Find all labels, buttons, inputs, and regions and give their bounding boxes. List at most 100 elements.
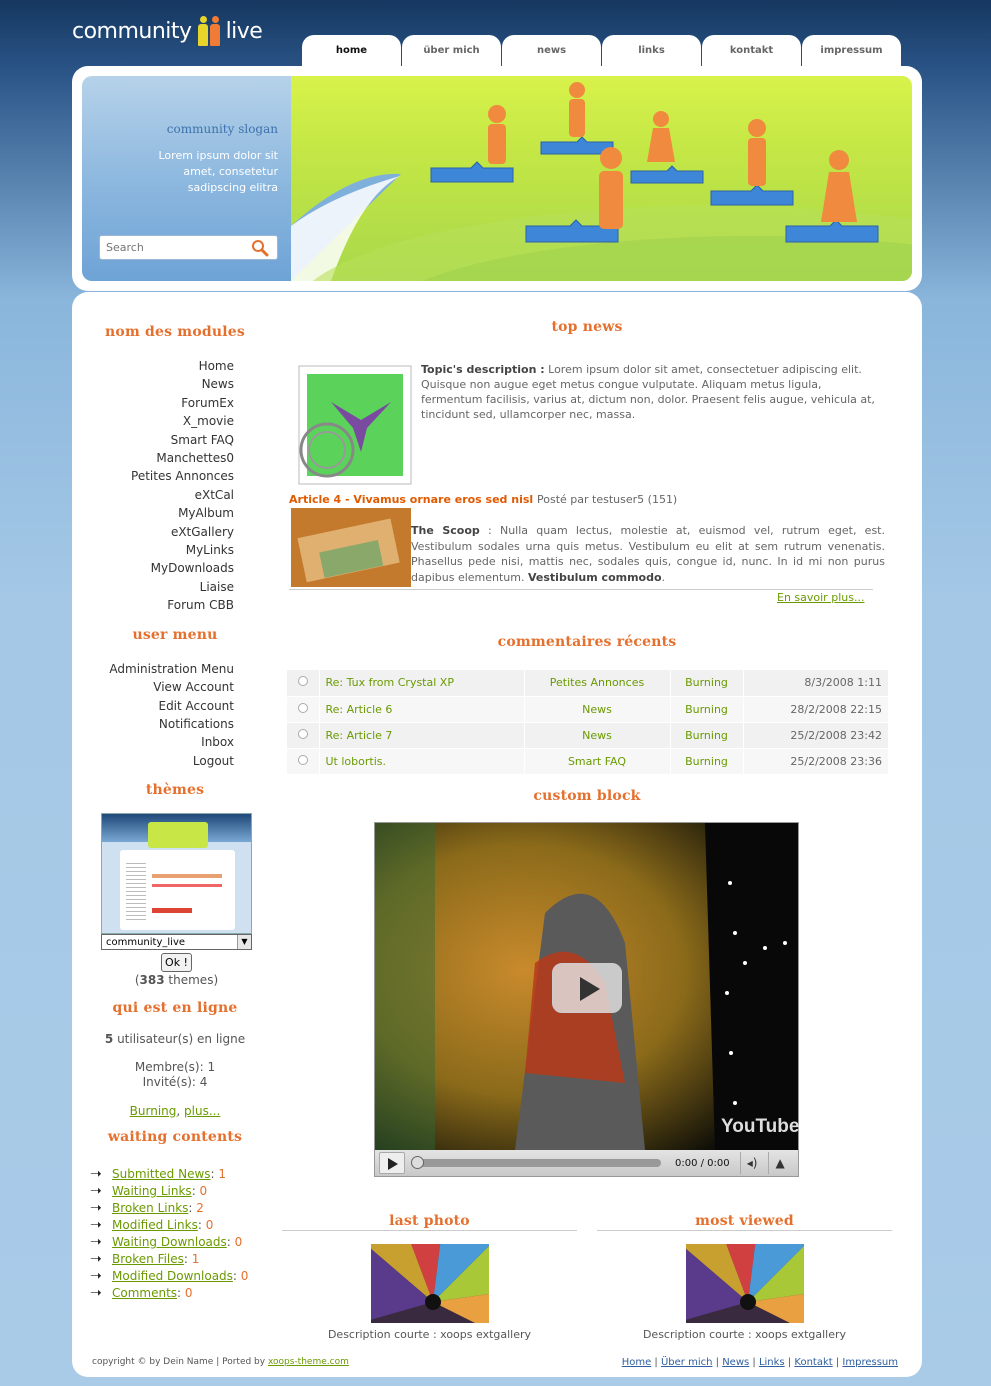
- comment-date: 28/2/2008 22:15: [743, 696, 889, 723]
- play-button[interactable]: [379, 1152, 405, 1174]
- comment-module-link[interactable]: News: [524, 722, 671, 749]
- comment-title-link[interactable]: Ut lobortis.: [319, 748, 525, 775]
- module-link-smart-faq[interactable]: Smart FAQ: [90, 431, 234, 449]
- module-link-forum-cbb[interactable]: Forum CBB: [90, 596, 234, 614]
- user-menu-administration[interactable]: Administration Menu: [90, 660, 234, 678]
- article-title-link[interactable]: Article 4 - Vivamus ornare eros sed nisl: [289, 493, 533, 506]
- ported-by-link[interactable]: xoops-theme.com: [268, 1357, 349, 1367]
- module-link-x-movie[interactable]: X_movie: [90, 412, 234, 430]
- youtube-logo[interactable]: YouTube: [721, 1116, 799, 1138]
- online-more-link[interactable]: plus...: [184, 1104, 220, 1118]
- table-row: Re: Article 7 News Burning 25/2/2008 23:…: [287, 722, 889, 749]
- tab-ueber-mich[interactable]: über mich: [402, 35, 501, 67]
- chevron-down-icon[interactable]: ▼: [237, 935, 251, 950]
- module-link-mydownloads[interactable]: MyDownloads: [90, 559, 234, 577]
- user-menu-logout[interactable]: Logout: [90, 752, 234, 770]
- play-overlay-button[interactable]: [552, 963, 622, 1013]
- footer-link-kontakt[interactable]: Kontakt: [794, 1357, 832, 1368]
- comment-user-link[interactable]: Burning: [670, 748, 744, 775]
- banner-illustration: [291, 76, 912, 281]
- waiting-link[interactable]: Comments: [112, 1285, 177, 1302]
- custom-block-title: custom block: [533, 788, 641, 804]
- waiting-link[interactable]: Modified Links: [112, 1217, 198, 1234]
- module-link-myalbum[interactable]: MyAlbum: [90, 504, 234, 522]
- user-menu-edit-account[interactable]: Edit Account: [90, 697, 234, 715]
- waiting-count: 0: [184, 1286, 193, 1301]
- arrow-right-icon: ➝: [90, 1200, 102, 1217]
- search-box: [99, 235, 278, 260]
- waiting-count: 0: [199, 1184, 208, 1199]
- waiting-item: ➝ Waiting Links: 0: [90, 1183, 208, 1200]
- module-link-extgallery[interactable]: eXtGallery: [90, 523, 234, 541]
- progress-handle[interactable]: [411, 1156, 424, 1169]
- waiting-link[interactable]: Waiting Downloads: [112, 1234, 227, 1251]
- module-link-mylinks[interactable]: MyLinks: [90, 541, 234, 559]
- read-more-link[interactable]: En savoir plus...: [777, 591, 864, 604]
- comment-title-link[interactable]: Re: Article 7: [319, 722, 525, 749]
- footer-link-home[interactable]: Home: [622, 1357, 652, 1368]
- comment-title-link[interactable]: Re: Tux from Crystal XP: [319, 670, 525, 697]
- waiting-link[interactable]: Modified Downloads: [112, 1268, 233, 1285]
- tab-home[interactable]: home: [302, 35, 401, 67]
- waiting-link[interactable]: Waiting Links: [112, 1183, 192, 1200]
- comment-user-link[interactable]: Burning: [670, 696, 744, 723]
- footer-link-ueber-mich[interactable]: Über mich: [661, 1357, 712, 1368]
- video-controls: 0:00 / 0:00 ◂) ▲: [375, 1150, 798, 1176]
- site-logo[interactable]: community live: [72, 12, 263, 50]
- arrow-right-icon: ➝: [90, 1166, 102, 1183]
- topic-description: Topic's description : Lorem ipsum dolor …: [421, 362, 886, 422]
- modules-block-title: nom des modules: [105, 324, 245, 340]
- tab-kontakt[interactable]: kontakt: [702, 35, 801, 67]
- video-progress-bar[interactable]: [411, 1156, 661, 1169]
- waiting-block-title: waiting contents: [107, 1129, 243, 1146]
- comment-title-link[interactable]: Re: Article 6: [319, 696, 525, 723]
- module-link-liaise[interactable]: Liaise: [90, 578, 234, 596]
- theme-select[interactable]: community_live ▼: [101, 934, 252, 951]
- comment-module-link[interactable]: News: [524, 696, 671, 723]
- user-menu-notifications[interactable]: Notifications: [90, 715, 234, 733]
- video-time: 0:00 / 0:00: [675, 1157, 730, 1169]
- article-divider: [289, 589, 873, 590]
- footer-link-links[interactable]: Links: [759, 1357, 785, 1368]
- search-input[interactable]: [106, 241, 244, 254]
- waiting-link[interactable]: Broken Files: [112, 1251, 184, 1268]
- tab-news[interactable]: news: [502, 35, 601, 67]
- video-player[interactable]: YouTube 0:00 / 0:00 ◂) ▲: [374, 822, 799, 1177]
- theme-select-value: community_live: [106, 936, 186, 948]
- last-photo-thumbnail[interactable]: [370, 1244, 489, 1323]
- search-icon[interactable]: [251, 239, 269, 257]
- module-link-forumex[interactable]: ForumEx: [90, 394, 234, 412]
- user-menu-view-account[interactable]: View Account: [90, 678, 234, 696]
- comment-module-link[interactable]: Smart FAQ: [524, 748, 671, 775]
- theme-ok-button[interactable]: Ok !: [161, 953, 192, 973]
- footer-link-news[interactable]: News: [722, 1357, 749, 1368]
- comment-user-link[interactable]: Burning: [670, 722, 744, 749]
- logo-word-community: community: [72, 18, 192, 44]
- module-link-home[interactable]: Home: [90, 357, 234, 375]
- tab-links[interactable]: links: [602, 35, 701, 67]
- module-link-news[interactable]: News: [90, 375, 234, 393]
- arrow-right-icon: ➝: [90, 1251, 102, 1268]
- module-link-extcal[interactable]: eXtCal: [90, 486, 234, 504]
- comment-date: 8/3/2008 1:11: [743, 670, 889, 697]
- footer-link-impressum[interactable]: Impressum: [842, 1357, 898, 1368]
- most-viewed-thumbnail[interactable]: [685, 1244, 804, 1323]
- arrow-right-icon: ➝: [90, 1285, 102, 1302]
- comment-module-link[interactable]: Petites Annonces: [524, 670, 671, 697]
- theme-selector: community_live ▼ Ok ! (383 themes): [101, 813, 252, 987]
- volume-icon[interactable]: ◂): [739, 1152, 764, 1174]
- themes-count-suffix: themes: [168, 973, 214, 988]
- waiting-link[interactable]: Submitted News: [112, 1166, 211, 1183]
- comment-user-link[interactable]: Burning: [670, 670, 744, 697]
- table-row: Re: Article 6 News Burning 28/2/2008 22:…: [287, 696, 889, 723]
- online-user-link[interactable]: Burning: [130, 1104, 177, 1118]
- theme-preview-image: [101, 813, 252, 935]
- module-link-manchettes0[interactable]: Manchettes0: [90, 449, 234, 467]
- tab-impressum[interactable]: impressum: [802, 35, 901, 67]
- table-row: Re: Tux from Crystal XP Petites Annonces…: [287, 670, 889, 697]
- module-link-petites-annonces[interactable]: Petites Annonces: [90, 467, 234, 485]
- menu-up-icon[interactable]: ▲: [767, 1152, 792, 1174]
- waiting-link[interactable]: Broken Links: [112, 1200, 188, 1217]
- user-menu: Administration Menu View Account Edit Ac…: [90, 660, 260, 770]
- user-menu-inbox[interactable]: Inbox: [90, 733, 234, 751]
